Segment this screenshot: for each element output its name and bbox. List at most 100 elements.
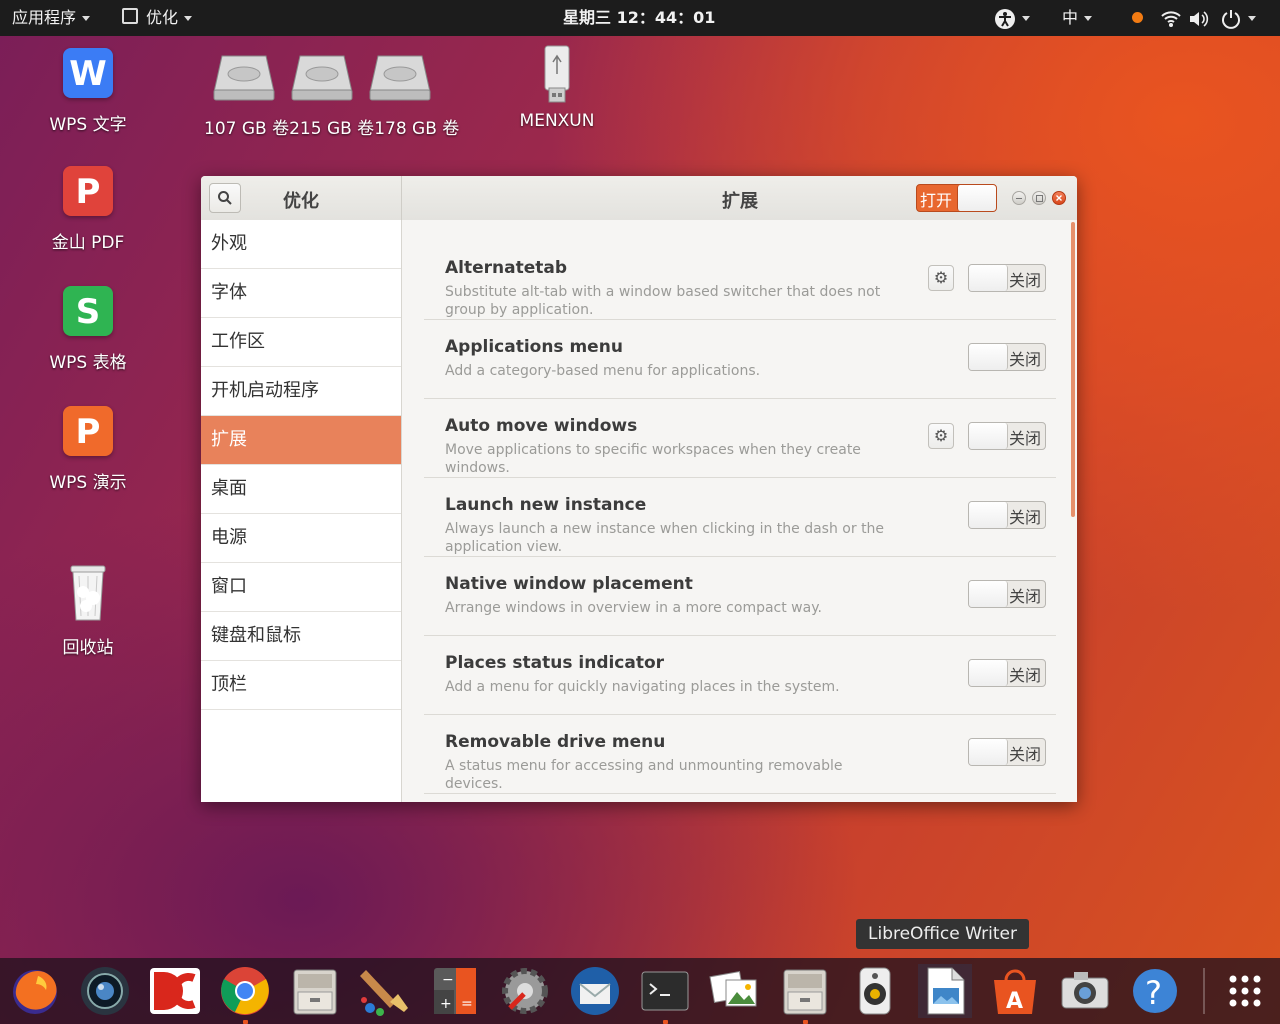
desktop-icon-wps-spreadsheet[interactable]: S WPS 表格 (38, 286, 138, 373)
dock: − + = A ? (0, 958, 1280, 1024)
terminal-icon[interactable] (638, 964, 692, 1018)
chrome-icon[interactable] (218, 964, 272, 1018)
hard-drive-icon[interactable] (368, 52, 432, 102)
sidebar-item-extensions[interactable]: 扩展 (201, 416, 401, 465)
toggle-label: 关闭 (1008, 666, 1041, 685)
file-cabinet-icon[interactable] (778, 964, 832, 1018)
maximize-button[interactable] (1032, 191, 1046, 205)
svg-text:−: − (442, 972, 454, 988)
active-app-label: 优化 (146, 8, 179, 27)
sidebar-item-top-bar[interactable]: 顶栏 (201, 661, 401, 710)
toggle-label: 关闭 (1008, 587, 1041, 606)
system-menu[interactable] (1160, 0, 1257, 36)
extension-name: Native window placement (445, 574, 693, 594)
top-bar: 应用程序 优化 星期三 12：44：01 中 (0, 0, 1280, 36)
notification-indicator[interactable] (1132, 0, 1143, 36)
image-viewer-icon[interactable] (708, 964, 762, 1018)
sidebar-item-workspaces[interactable]: 工作区 (201, 318, 401, 367)
svg-text:=: = (461, 996, 473, 1012)
drive-label[interactable]: 107 GB 卷 (204, 119, 289, 139)
sidebar-item-power[interactable]: 电源 (201, 514, 401, 563)
photo-camera-icon[interactable] (1058, 964, 1112, 1018)
chevron-down-icon (1084, 16, 1093, 21)
sidebar-item-keyboard-mouse[interactable]: 键盘和鼠标 (201, 612, 401, 661)
clock[interactable]: 星期三 12：44：01 (563, 0, 715, 36)
sidebar-item-startup-applications[interactable]: 开机启动程序 (201, 367, 401, 416)
camera-lens-icon[interactable] (78, 964, 132, 1018)
search-icon (218, 191, 232, 205)
extension-settings-button[interactable]: ⚙ (928, 423, 954, 449)
paint-brush-icon[interactable] (358, 964, 412, 1018)
usb-drive-icon (544, 45, 570, 103)
minimize-button[interactable] (1012, 191, 1026, 205)
extension-toggle[interactable]: 关闭 (968, 264, 1046, 292)
extension-toggle[interactable]: 关闭 (968, 738, 1046, 766)
calculator-icon[interactable]: − + = (428, 964, 482, 1018)
extension-toggle[interactable]: 关闭 (968, 659, 1046, 687)
desktop-icon-wps-presentation[interactable]: P WPS 演示 (38, 406, 138, 493)
hard-drive-icon[interactable] (212, 52, 276, 102)
wps-presentation-icon: P (63, 406, 113, 456)
active-app-menu[interactable]: 优化 (122, 0, 193, 36)
extension-toggle[interactable]: 关闭 (968, 343, 1046, 371)
scrollbar[interactable] (1071, 222, 1075, 517)
toggle-knob (969, 581, 1008, 607)
icon-glyph: P (75, 412, 101, 452)
input-method-menu[interactable]: 中 (1062, 0, 1093, 36)
dock-tooltip: LibreOffice Writer (856, 919, 1029, 949)
chevron-down-icon (82, 16, 91, 21)
extension-description: Add a menu for quickly navigating places… (445, 679, 840, 695)
desktop-icon-label: WPS 文字 (49, 115, 127, 135)
sidebar-item-desktop[interactable]: 桌面 (201, 465, 401, 514)
desktop-icon-usb[interactable]: MENXUN (510, 44, 604, 131)
extension-description: A status menu for accessing and unmounti… (445, 758, 843, 792)
hard-drive-icon[interactable] (290, 52, 354, 102)
search-button[interactable] (209, 183, 241, 213)
extension-settings-button[interactable]: ⚙ (928, 265, 954, 291)
chevron-down-icon (1022, 16, 1030, 21)
speaker-icon[interactable] (848, 964, 902, 1018)
gear-icon: ⚙ (933, 268, 949, 287)
tweaks-window: 优化 扩展 打开 外观 字体 工作区 开机启动程序 扩展 桌面 电源 窗口 键盘… (201, 176, 1077, 802)
svg-text:+: + (440, 996, 452, 1012)
icon-glyph: W (69, 54, 107, 94)
master-switch-knob (957, 185, 996, 211)
desktop-icon-label: 金山 PDF (51, 233, 125, 253)
toggle-label: 关闭 (1008, 271, 1041, 290)
app-grid-icon[interactable] (1218, 964, 1272, 1018)
desktop-icon-wps-pdf[interactable]: P 金山 PDF (38, 166, 138, 253)
close-button[interactable] (1052, 191, 1066, 205)
firefox-icon[interactable] (8, 964, 62, 1018)
desktop-icon-wps-writer[interactable]: W WPS 文字 (38, 48, 138, 135)
dock-separator (1203, 968, 1205, 1014)
svg-text:A: A (1006, 989, 1023, 1014)
drive-group: 107 GB 卷215 GB 卷178 GB 卷 (204, 52, 459, 142)
libreoffice-writer-icon[interactable] (918, 964, 972, 1018)
desktop-icon-label: WPS 表格 (49, 353, 127, 373)
software-center-icon[interactable]: A (988, 964, 1042, 1018)
dc-app-icon[interactable] (148, 964, 202, 1018)
wifi-icon (1161, 10, 1181, 27)
extension-row-places-status-indicator: Places status indicator Add a menu for q… (424, 635, 1056, 715)
accessibility-menu[interactable] (994, 0, 1030, 36)
sidebar-item-windows[interactable]: 窗口 (201, 563, 401, 612)
settings-gear-icon[interactable] (498, 964, 552, 1018)
extension-toggle[interactable]: 关闭 (968, 580, 1046, 608)
help-icon[interactable]: ? (1128, 964, 1182, 1018)
thunderbird-icon[interactable] (568, 964, 622, 1018)
extensions-master-switch[interactable]: 打开 (916, 184, 997, 212)
input-method-label: 中 (1062, 8, 1079, 27)
sidebar-item-appearance[interactable]: 外观 (201, 220, 401, 269)
sidebar-item-fonts[interactable]: 字体 (201, 269, 401, 318)
desktop-icon-trash[interactable]: 回收站 (38, 562, 138, 658)
running-indicator (803, 1020, 808, 1024)
file-cabinet-icon[interactable] (288, 964, 342, 1018)
extension-toggle[interactable]: 关闭 (968, 422, 1046, 450)
drive-label[interactable]: 178 GB 卷 (374, 119, 459, 139)
extensions-list: Alternatetab Substitute alt-tab with a w… (402, 220, 1077, 802)
extension-name: Applications menu (445, 337, 623, 357)
applications-menu[interactable]: 应用程序 (12, 0, 91, 36)
drive-label[interactable]: 215 GB 卷 (289, 119, 374, 139)
icon-glyph: S (75, 292, 101, 332)
extension-toggle[interactable]: 关闭 (968, 501, 1046, 529)
